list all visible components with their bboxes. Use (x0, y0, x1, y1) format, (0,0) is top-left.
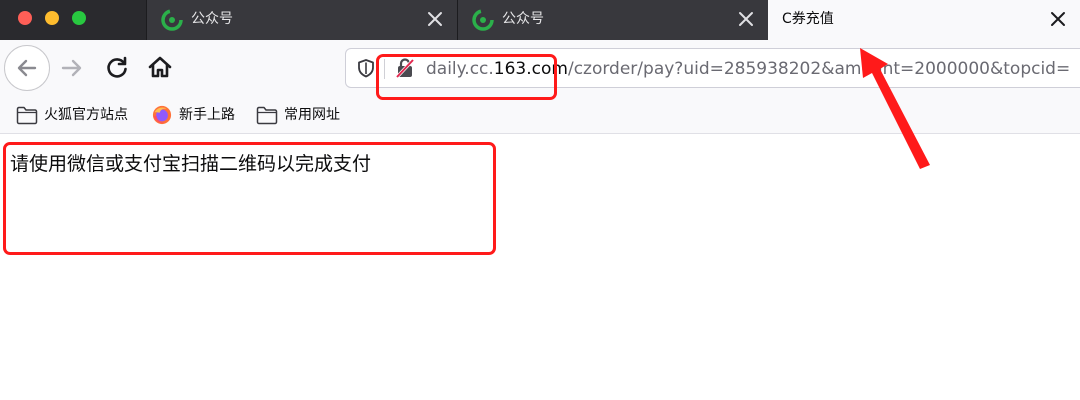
tab-title: 公众号 (502, 11, 544, 27)
message-highlight-box (3, 142, 496, 255)
forward-arrow-icon[interactable] (59, 55, 85, 81)
window-zoom-button[interactable] (72, 11, 86, 25)
close-tab-icon[interactable] (1050, 11, 1066, 27)
close-tab-icon[interactable] (427, 11, 443, 27)
folder-icon (16, 106, 38, 125)
firefox-icon (152, 105, 172, 125)
tracking-shield-icon[interactable] (356, 58, 376, 78)
tab-title: 公众号 (191, 11, 233, 27)
tab-title: C券充值 (782, 11, 834, 27)
url-highlight-box (376, 54, 557, 100)
bookmark-label: 常用网址 (284, 107, 340, 123)
reload-icon[interactable] (104, 55, 130, 81)
tab-3-active[interactable]: C券充值 (768, 0, 1080, 40)
url-path: /czorder/pay?uid=285938202&amount=200000… (567, 59, 1071, 79)
bookmark-label: 火狐官方站点 (44, 107, 128, 123)
bookmark-label: 新手上路 (179, 107, 235, 123)
annotation-arrow-icon (860, 48, 930, 169)
window-close-button[interactable] (18, 11, 32, 25)
tab-2[interactable]: 公众号 (457, 0, 768, 40)
wechat-mp-icon (161, 9, 183, 31)
folder-icon (256, 106, 278, 125)
tab-strip: 公众号 公众号 C券充值 (0, 0, 1080, 40)
tab-1[interactable]: 公众号 (146, 0, 457, 40)
back-arrow-icon (17, 59, 37, 77)
window-minimize-button[interactable] (45, 11, 59, 25)
close-tab-icon[interactable] (738, 11, 754, 27)
back-button[interactable] (4, 45, 50, 91)
home-icon[interactable] (147, 54, 173, 80)
wechat-mp-icon (472, 9, 494, 31)
